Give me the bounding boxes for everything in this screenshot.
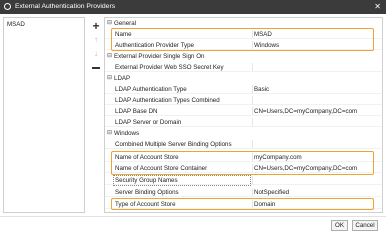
property-row[interactable]: Combined Multiple Server Binding Options [105, 140, 382, 149]
category-label: External Provider Single Sign On [114, 53, 205, 60]
property-row[interactable]: LDAP Authentication Types Combined [105, 96, 382, 105]
ok-button[interactable]: OK [331, 220, 348, 231]
category-label: General [114, 20, 137, 27]
move-down-button[interactable]: ↓ [90, 48, 102, 60]
property-grid: ⊟ General Name MSAD Authentication Provi… [104, 17, 383, 213]
cancel-button[interactable]: Cancel [352, 220, 378, 231]
highlight-general-rows [111, 28, 374, 51]
property-row[interactable]: LDAP Server or Domain [105, 118, 382, 127]
property-row[interactable]: LDAP Authentication Type Basic [105, 85, 382, 94]
app-logo-icon [4, 3, 11, 10]
minus-icon [92, 67, 100, 70]
category-label: Windows [114, 130, 140, 137]
focus-rectangle [113, 175, 251, 186]
highlight-account-store-type-row [111, 198, 374, 210]
move-up-button[interactable]: ↑ [90, 34, 102, 46]
property-row[interactable]: LDAP Base DN CN=Users,DC=myCompany,DC=co… [105, 107, 382, 116]
category-sso[interactable]: ⊟ External Provider Single Sign On [105, 52, 382, 61]
collapse-icon[interactable]: ⊟ [107, 52, 112, 61]
provider-list: MSAD [3, 17, 85, 213]
add-provider-button[interactable]: + [90, 20, 102, 32]
category-windows[interactable]: ⊟ Windows [105, 129, 382, 138]
property-row[interactable]: External Provider Web SSO Secret Key [105, 63, 382, 72]
collapse-icon[interactable]: ⊟ [107, 74, 112, 83]
collapse-icon[interactable]: ⊟ [107, 19, 112, 28]
close-icon[interactable]: ✕ [374, 2, 381, 11]
window-title: External Authentication Providers [15, 3, 116, 10]
collapse-icon[interactable]: ⊟ [107, 129, 112, 138]
highlight-account-store-rows [111, 151, 374, 175]
title-bar: External Authentication Providers ✕ [0, 0, 386, 14]
category-general[interactable]: ⊟ General [105, 19, 382, 28]
provider-item-msad[interactable]: MSAD [4, 18, 84, 31]
property-row[interactable]: Server Binding Options NotSpecified [105, 188, 382, 197]
footer-divider [0, 216, 386, 217]
category-label: LDAP [114, 75, 131, 82]
remove-provider-button[interactable] [90, 62, 102, 74]
category-ldap[interactable]: ⊟ LDAP [105, 74, 382, 83]
